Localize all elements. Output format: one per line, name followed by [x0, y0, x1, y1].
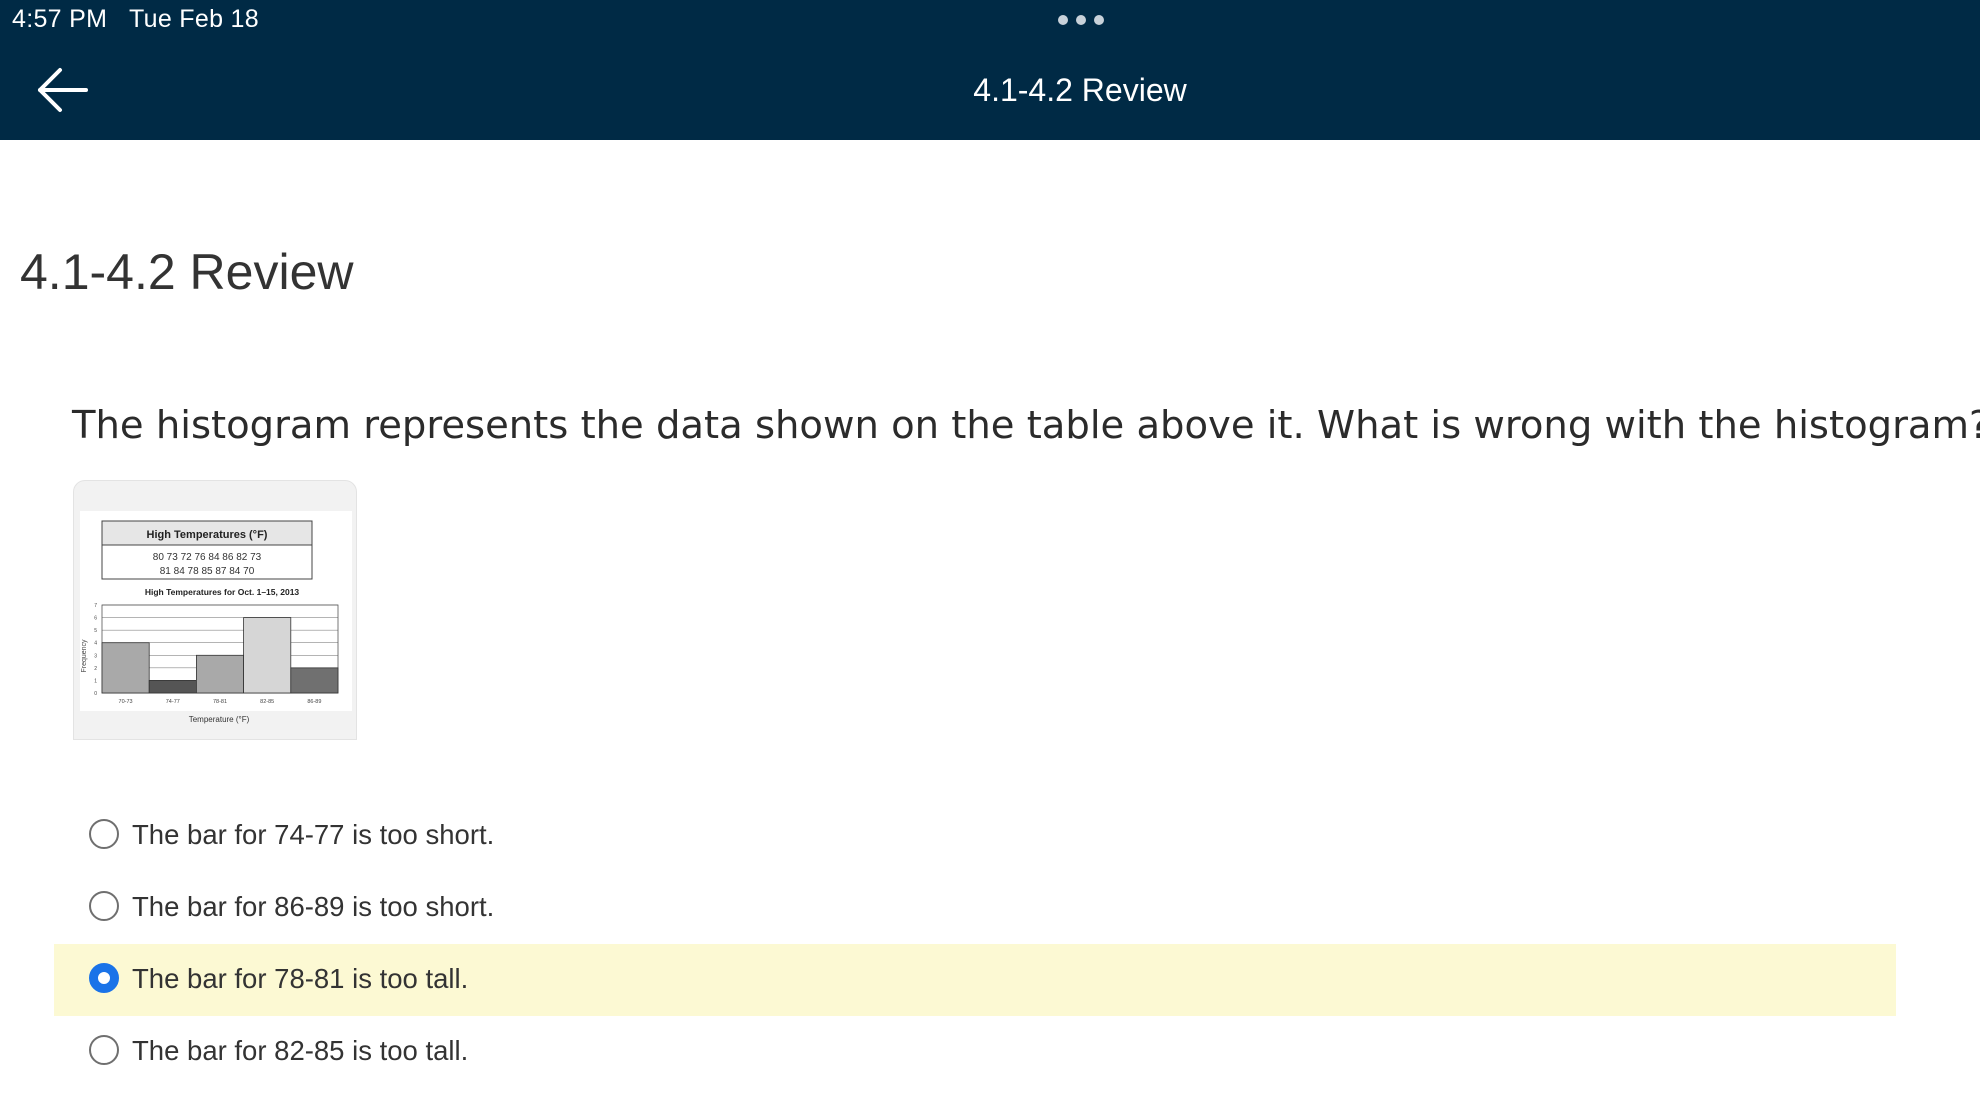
radio-button[interactable] [89, 891, 119, 921]
more-dots-icon[interactable] [1058, 15, 1104, 26]
arrow-left-icon [38, 68, 88, 112]
histogram-bar-82-85 [243, 617, 292, 694]
chart-title: High Temperatures for Oct. 1–15, 2013 [145, 587, 300, 597]
x-tick-label: 78-81 [213, 699, 227, 705]
y-axis-label: Frequency [81, 639, 88, 673]
y-tick-label: 0 [94, 691, 97, 697]
radio-button[interactable] [89, 819, 119, 849]
y-tick-label: 5 [94, 628, 97, 634]
answer-option-label: The bar for 74-77 is too short. [132, 819, 495, 850]
dot [1076, 15, 1086, 25]
y-tick-label: 6 [94, 616, 97, 622]
status-date: Tue Feb 18 [129, 5, 259, 33]
x-tick-label: 82-85 [260, 699, 274, 705]
y-tick-label: 2 [94, 666, 97, 672]
histogram-figure: High Temperatures (°F) 80 73 72 76 84 86… [80, 511, 352, 724]
dot [1058, 15, 1068, 25]
question-text: The histogram represents the data shown … [72, 403, 1980, 448]
radio-button[interactable] [89, 963, 119, 993]
histogram-bar-70-73 [101, 642, 150, 694]
histogram-bar-74-77 [148, 680, 197, 694]
y-tick-label: 1 [94, 678, 97, 684]
y-tick-label: 7 [94, 603, 97, 609]
answer-option-label: The bar for 86-89 is too short. [132, 891, 495, 922]
y-tick-label: 3 [94, 653, 97, 659]
page-title: 4.1-4.2 Review [20, 244, 354, 300]
nav-title: 4.1-4.2 Review [973, 72, 1187, 108]
dot [1094, 15, 1104, 25]
table-row-1: 80 73 72 76 84 86 82 73 [153, 552, 262, 563]
question-figure: High Temperatures (°F) 80 73 72 76 84 86… [73, 480, 357, 740]
answer-option-label: The bar for 82-85 is too tall. [132, 1035, 469, 1066]
status-time: 4:57 PM [12, 5, 108, 33]
answer-option-label: The bar for 78-81 is too tall. [132, 963, 469, 994]
table-row-2: 81 84 78 85 87 84 70 [160, 566, 255, 577]
answer-option-1[interactable]: The bar for 74-77 is too short. [54, 800, 1896, 872]
answer-option-2[interactable]: The bar for 86-89 is too short. [54, 872, 1896, 944]
back-button[interactable] [36, 64, 92, 116]
y-tick-label: 4 [94, 641, 97, 647]
answer-option-4[interactable]: The bar for 82-85 is too tall. [54, 1016, 1896, 1088]
x-tick-label: 74-77 [166, 699, 180, 705]
x-tick-label: 70-73 [119, 699, 133, 705]
histogram-bar-78-81 [196, 654, 245, 694]
table-title: High Temperatures (°F) [147, 529, 268, 541]
x-tick-label: 86-89 [307, 699, 321, 705]
answer-option-3[interactable]: The bar for 78-81 is too tall. [54, 944, 1896, 1016]
histogram-bar-86-89 [290, 667, 339, 694]
top-bar: 4:57 PM Tue Feb 18 4.1-4.2 Review [0, 0, 1980, 140]
x-axis-label: Temperature (°F) [189, 715, 250, 724]
radio-button[interactable] [89, 1035, 119, 1065]
